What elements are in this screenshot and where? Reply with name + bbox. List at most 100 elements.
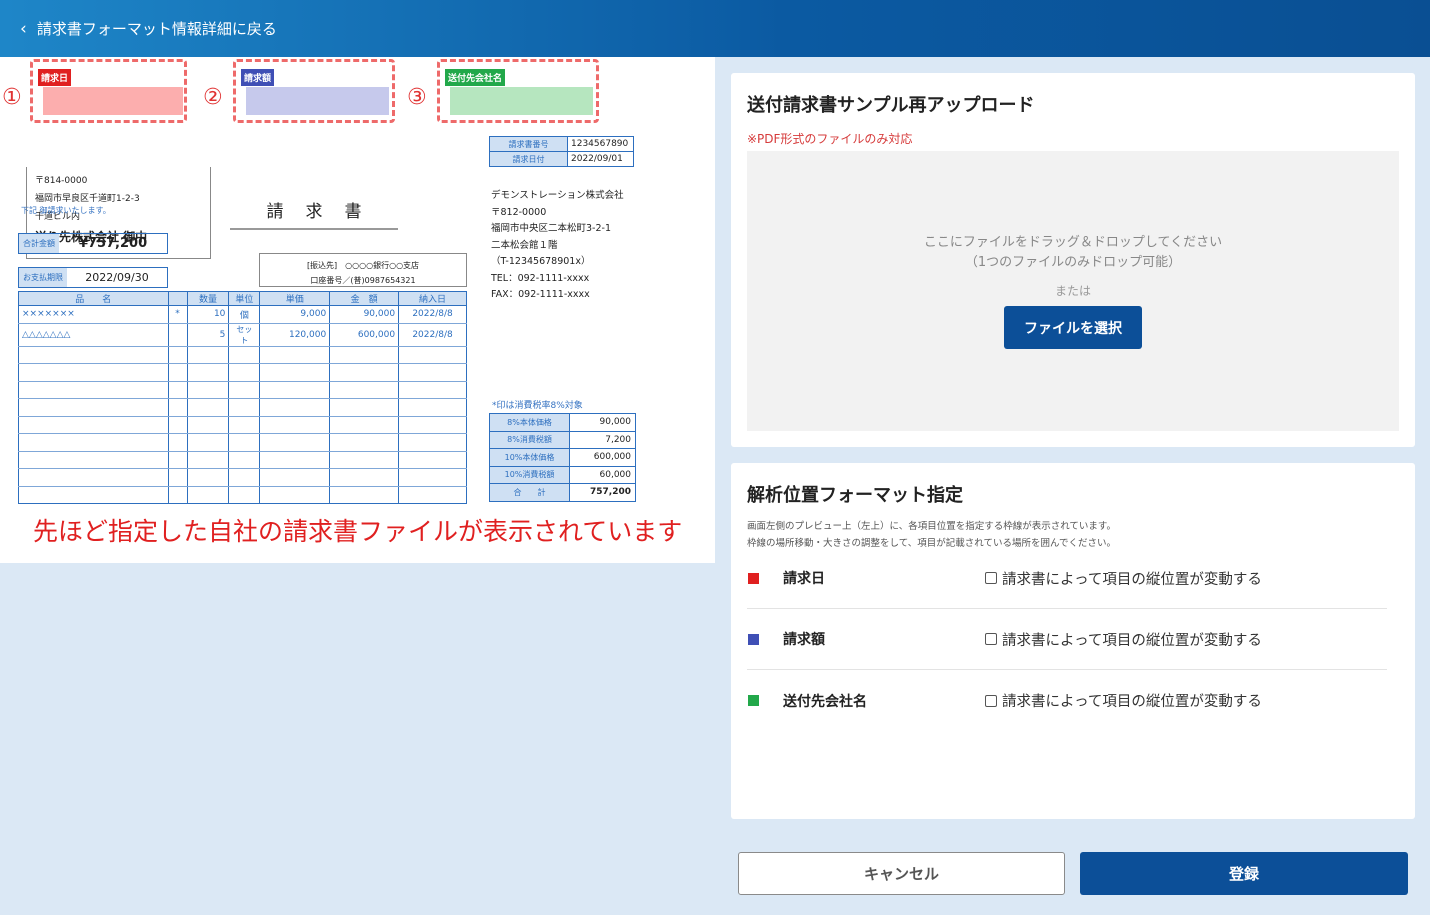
table-cell: 5 (186, 323, 230, 347)
preview-caption: 先ほど指定した自社の請求書ファイルが表示されています (33, 517, 683, 546)
due-label: お支払期限 (19, 268, 67, 287)
invoice-date-label: 請求日付 (489, 151, 568, 167)
vertical-shift-checkbox[interactable] (985, 633, 997, 645)
total-value: ¥757,200 (78, 236, 148, 251)
document-title: 請求書 (230, 197, 398, 230)
address-postal: 〒814-0000 (35, 176, 88, 186)
table-row-empty (18, 398, 467, 417)
file-dropzone[interactable]: ここにファイルをドラッグ＆ドロップしてください （1つのファイルのみドロップ可能… (747, 151, 1399, 431)
table-cell: ××××××× (18, 305, 169, 324)
format-desc-line1: 画面左側のプレビュー上（左上）に、各項目位置を指定する枠線が表示されています。 (747, 521, 1116, 532)
cancel-button[interactable]: キャンセル (738, 852, 1065, 895)
pdf-only-note: ※PDF形式のファイルのみ対応 (747, 132, 913, 146)
request-note: 下記 御請求いたします。 (21, 206, 111, 215)
marker-number: ② (203, 85, 223, 110)
table-cell: * (167, 305, 188, 324)
table-row-empty (18, 486, 467, 504)
format-description: 画面左側のプレビュー上（左上）に、各項目位置を指定する枠線が表示されています。 … (747, 518, 1116, 552)
marker-fill (246, 87, 389, 115)
format-row-invoice-amount: 請求額 請求書によって項目の縦位置が変動する (747, 609, 1387, 670)
table-header: 納入日 (398, 291, 467, 306)
table-cell: 2022/8/8 (398, 323, 467, 347)
dropzone-line1: ここにファイルをドラッグ＆ドロップしてください (923, 235, 1223, 250)
total-label: 合計金額 (19, 234, 59, 253)
color-square-icon (748, 633, 759, 645)
table-header: 品 名 (18, 291, 169, 306)
register-button[interactable]: 登録 (1080, 852, 1408, 895)
tax-value: 757,200 (569, 483, 636, 502)
tax-value: 60,000 (569, 465, 636, 484)
format-title: 解析位置フォーマット指定 (747, 485, 963, 506)
marker-invoice-date[interactable]: 請求日 (30, 59, 187, 123)
marker-number: ① (2, 85, 22, 110)
invoice-no-label: 請求書番号 (489, 136, 568, 152)
back-link[interactable]: ‹ 請求書フォーマット情報詳細に戻る (0, 0, 1430, 57)
select-file-button[interactable]: ファイルを選択 (1004, 306, 1142, 349)
table-row: △△△△△△△ 5 セット 120,000 600,000 2022/8/8 (18, 323, 467, 347)
marker-tag: 送付先会社名 (445, 69, 506, 86)
tax-label: 8%消費税額 (489, 430, 570, 449)
table-cell: 9,000 (259, 305, 331, 324)
company-reg: （T-12345678901x） (491, 256, 591, 267)
tax-label: 合 計 (489, 483, 570, 502)
chevron-left-icon: ‹ (20, 18, 27, 39)
table-cell: 600,000 (329, 323, 400, 347)
marker-fill (43, 87, 183, 115)
marker-invoice-amount[interactable]: 請求額 (233, 59, 395, 123)
table-row-empty (18, 468, 467, 487)
table-row-empty (18, 416, 467, 434)
company-addr1: 福岡市中央区二本松町3-2-1 (491, 223, 611, 234)
due-date-box: お支払期限 2022/09/30 (18, 267, 168, 288)
table-row-empty (18, 433, 467, 452)
bank-line2: 口座番号／(普)0987654321 (310, 276, 416, 285)
tax-value: 90,000 (569, 413, 636, 432)
issuer-company: デモンストレーション株式会社 〒812-0000 福岡市中央区二本松町3-2-1… (491, 188, 624, 304)
checkbox-label[interactable]: 請求書によって項目の縦位置が変動する (1002, 568, 1262, 589)
tax-label: 8%本体価格 (489, 413, 570, 432)
table-row-empty (18, 346, 467, 364)
format-row-recipient-company: 送付先会社名 請求書によって項目の縦位置が変動する (747, 670, 1387, 731)
format-card: 解析位置フォーマット指定 画面左側のプレビュー上（左上）に、各項目位置を指定する… (731, 463, 1415, 819)
table-cell (167, 323, 188, 347)
format-row-label: 請求日 (783, 571, 825, 587)
dropzone-line2: （1つのファイルのみドロップ可能） (964, 255, 1182, 270)
dropzone-or: または (1054, 284, 1091, 298)
table-row: ××××××× * 10 個 9,000 90,000 2022/8/8 (18, 305, 467, 324)
format-row-label: 送付先会社名 (783, 693, 867, 710)
marker-tag: 請求額 (241, 69, 275, 86)
marker-number: ③ (407, 85, 427, 110)
items-table: 品 名 数量 単位 単価 金 額 納入日 ××××××× * 10 個 9,00… (18, 291, 467, 504)
total-amount-box: 合計金額 ¥757,200 (18, 233, 168, 254)
marker-tag: 請求日 (38, 69, 72, 86)
dropzone-text: ここにファイルをドラッグ＆ドロップしてください （1つのファイルのみドロップ可能… (747, 233, 1399, 273)
table-row-empty (18, 363, 467, 382)
tax-value: 7,200 (569, 430, 636, 449)
checkbox-label[interactable]: 請求書によって項目の縦位置が変動する (1002, 629, 1262, 650)
upload-card: 送付請求書サンプル再アップロード ※PDF形式のファイルのみ対応 ここにファイル… (731, 73, 1415, 447)
table-cell: 120,000 (259, 323, 331, 347)
table-row-empty (18, 451, 467, 469)
table-header: 金 額 (329, 291, 400, 306)
table-row-empty (18, 381, 467, 399)
table-header: 数量 (186, 291, 230, 306)
table-cell: 90,000 (329, 305, 400, 324)
tax-label: 10%消費税額 (489, 465, 570, 484)
tax-table: 8%本体価格 90,000 8%消費税額 7,200 10%本体価格 600,000 … (489, 413, 636, 502)
vertical-shift-checkbox[interactable] (985, 694, 997, 707)
tax-value: 600,000 (569, 448, 636, 467)
color-square-icon (748, 695, 759, 706)
bank-line1: [振込先] ○○○○銀行○○支店 (306, 261, 420, 270)
table-cell: 個 (228, 305, 261, 324)
vertical-shift-checkbox[interactable] (985, 572, 997, 584)
tax-note: *印は消費税率8%対象 (492, 401, 583, 411)
upload-title: 送付請求書サンプル再アップロード (747, 95, 1035, 116)
format-row-label: 請求額 (783, 632, 825, 648)
company-fax: FAX：092-1111-xxxx (491, 289, 590, 300)
format-row-invoice-date: 請求日 請求書によって項目の縦位置が変動する (747, 548, 1387, 609)
checkbox-label[interactable]: 請求書によって項目の縦位置が変動する (1002, 690, 1262, 711)
invoice-meta-table: 請求書番号 1234567890 請求日付 2022/09/01 (489, 136, 634, 167)
due-value: 2022/09/30 (85, 271, 149, 284)
address-line1: 福岡市早良区千道町1-2-3 (35, 194, 140, 204)
table-header-row: 品 名 数量 単位 単価 金 額 納入日 (18, 291, 467, 306)
marker-recipient-company[interactable]: 送付先会社名 (437, 59, 599, 123)
